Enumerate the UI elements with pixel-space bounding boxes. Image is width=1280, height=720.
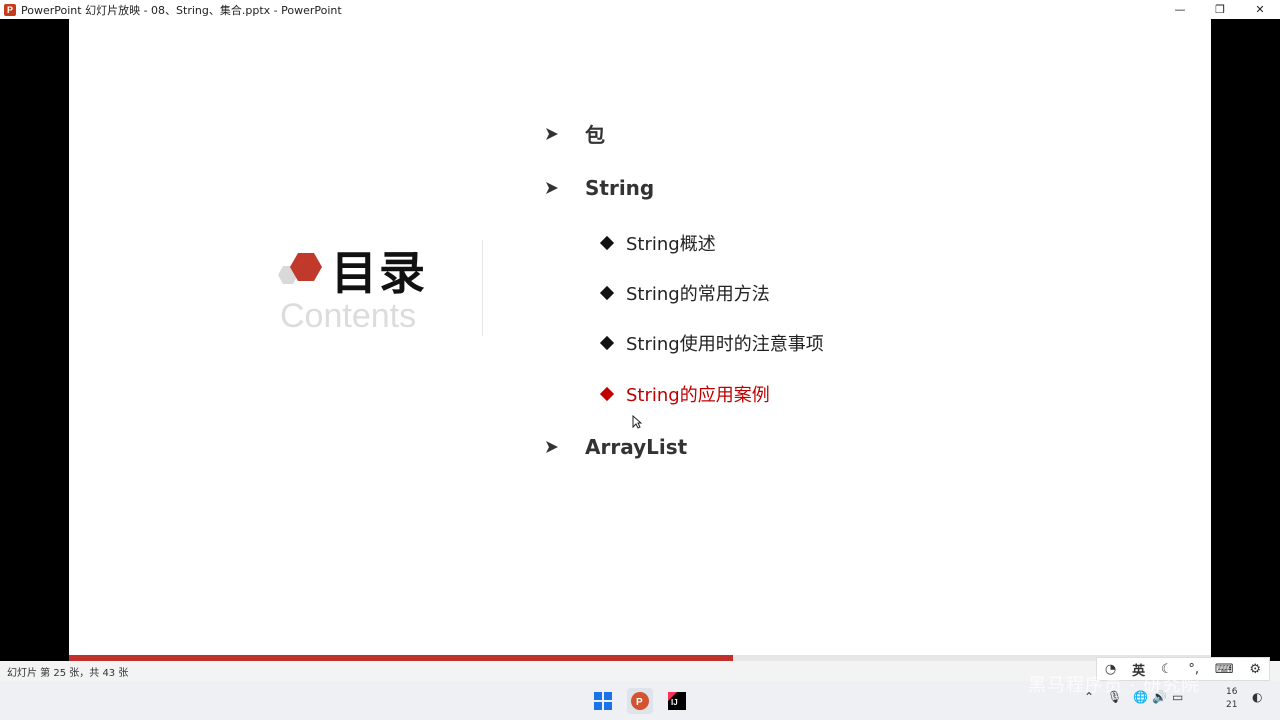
- toc-item-string: String: [545, 176, 654, 200]
- toc-heading: 目录: [331, 246, 427, 300]
- toc-item-label: String的常用方法: [626, 284, 770, 305]
- powerpoint-icon[interactable]: P: [627, 688, 653, 714]
- intellij-icon[interactable]: IJ: [664, 688, 690, 714]
- clock-top: 16: [1226, 687, 1238, 697]
- toc-item-label: String使用时的注意事项: [626, 334, 824, 355]
- toc-item-label: ArrayList: [585, 435, 688, 459]
- arrow-bullet-icon: [546, 182, 558, 194]
- diamond-bullet-icon: [599, 235, 615, 251]
- toc-item-label: String: [585, 176, 655, 200]
- watermark-text: 黑马程序员 · 研究院: [1028, 675, 1201, 696]
- toc-item-label: String的应用案例: [626, 385, 770, 406]
- keyboard-icon[interactable]: ⌨: [1215, 662, 1234, 677]
- toc-item-string-cases-active: String的应用案例: [599, 381, 770, 407]
- powerpoint-app-icon: P: [4, 3, 16, 16]
- diamond-bullet-icon: [599, 335, 615, 351]
- taskbar-clock[interactable]: 16 21: [1226, 686, 1237, 712]
- window-titlebar: P PowerPoint 幻灯片放映 - 08、String、集合.pptx -…: [0, 0, 1280, 19]
- slide-counter: 幻灯片 第 25 张，共 43 张: [7, 667, 129, 679]
- focus-assist-icon[interactable]: ◐: [1252, 690, 1262, 704]
- window-controls: — ❐ ✕: [1160, 0, 1280, 19]
- toc-item-string-methods: String的常用方法: [599, 280, 770, 306]
- restore-button[interactable]: ❐: [1200, 0, 1240, 19]
- toc-item-arraylist: ArrayList: [545, 435, 687, 459]
- arrow-bullet-icon: [546, 127, 558, 140]
- toc-item-string-notes: String使用时的注意事项: [599, 330, 824, 356]
- close-button[interactable]: ✕: [1240, 0, 1280, 19]
- svg-text:P: P: [636, 697, 643, 708]
- toc-item-label: String概述: [626, 234, 716, 255]
- gear-icon[interactable]: ⚙: [1249, 662, 1261, 677]
- toc-subheading: Contents: [280, 297, 417, 335]
- slide-canvas[interactable]: 目录 Contents 包 String String概述 String的常用方…: [69, 19, 1211, 655]
- toc-item-label: 包: [585, 123, 605, 147]
- diamond-bullet-icon: [599, 285, 615, 301]
- hexagon-logo-icon: [278, 253, 322, 284]
- arrow-bullet-icon: [546, 441, 558, 453]
- clock-bottom: 21: [1226, 700, 1238, 710]
- svg-text:IJ: IJ: [671, 698, 678, 707]
- toc-item-string-overview: String概述: [599, 230, 716, 256]
- windows-start-icon[interactable]: [590, 688, 616, 714]
- mouse-cursor-icon: [632, 415, 642, 429]
- window-title: PowerPoint 幻灯片放映 - 08、String、集合.pptx - P…: [21, 3, 342, 17]
- diamond-bullet-icon: [599, 386, 615, 402]
- toc-item-package: 包: [545, 119, 605, 148]
- minimize-button[interactable]: —: [1160, 0, 1200, 19]
- vertical-divider: [482, 240, 483, 336]
